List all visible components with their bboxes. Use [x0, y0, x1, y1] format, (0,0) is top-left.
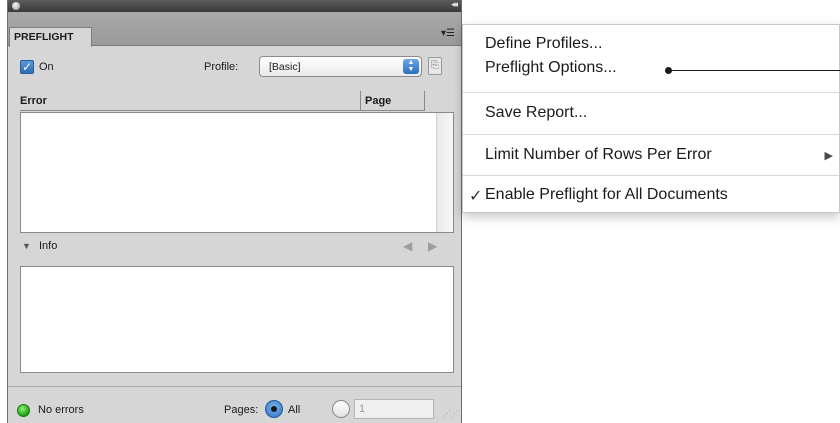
menu-separator [463, 92, 839, 93]
pages-all-radio[interactable] [265, 400, 283, 418]
tab-preflight[interactable]: PREFLIGHT [9, 27, 92, 47]
status-text: No errors [38, 404, 84, 416]
select-arrows-icon: ▲ ▼ [403, 59, 419, 74]
menu-item-preflight-options[interactable]: Preflight Options... [463, 59, 839, 77]
info-box [20, 266, 454, 373]
error-table-header: Error Page [20, 91, 425, 111]
error-list-scrollbar[interactable] [436, 113, 453, 232]
resize-grip-icon[interactable]: ⋰⋰ [443, 409, 458, 418]
profile-document-icon[interactable]: ⎘ [428, 57, 442, 75]
menu-item-define-profiles[interactable]: Define Profiles... [463, 35, 839, 53]
callout-line [670, 70, 840, 71]
panel-tab-row: PREFLIGHT ▾☰ [8, 12, 461, 47]
pages-range-radio[interactable] [332, 400, 350, 418]
menu-separator [463, 175, 839, 176]
column-divider[interactable] [424, 91, 425, 111]
menu-separator [463, 134, 839, 135]
column-header-page[interactable]: Page [365, 95, 391, 107]
column-divider[interactable] [360, 91, 361, 111]
panel-menu-icon[interactable]: ▾☰ [441, 28, 455, 39]
status-bar: No errors Pages: All 1 ⋰⋰ [8, 386, 461, 423]
menu-item-label: Enable Preflight for All Documents [485, 186, 728, 203]
panel-titlebar: ◂◂ [8, 0, 461, 12]
preflight-panel: ◂◂ PREFLIGHT ▾☰ ✓ On Profile: [Basic] ▲ ▼… [7, 0, 462, 423]
on-label: On [39, 61, 54, 73]
menu-item-label: Save Report... [485, 104, 588, 121]
previous-arrow-icon[interactable]: ◀ [403, 239, 412, 253]
panel-flyout-menu: Define Profiles... Preflight Options... … [462, 24, 840, 213]
menu-item-label: Limit Number of Rows Per Error [485, 146, 712, 163]
pages-label: Pages: [224, 404, 259, 416]
next-arrow-icon[interactable]: ▶ [428, 239, 437, 253]
pages-range-input[interactable]: 1 [354, 399, 434, 419]
error-list[interactable] [20, 112, 454, 233]
pages-all-label: All [288, 404, 301, 416]
profile-label: Profile: [204, 61, 239, 73]
menu-item-limit-rows[interactable]: Limit Number of Rows Per Error ▶ [463, 146, 839, 164]
disclosure-triangle-icon[interactable]: ▼ [22, 241, 31, 251]
status-dot-icon [17, 404, 30, 417]
menu-item-enable-preflight-all[interactable]: ✓ Enable Preflight for All Documents [463, 186, 839, 205]
submenu-arrow-icon: ▶ [824, 150, 833, 162]
checkmark-icon: ✓ [469, 188, 483, 205]
close-dot-icon[interactable] [12, 2, 20, 10]
on-checkbox[interactable]: ✓ [20, 60, 34, 74]
profile-select[interactable]: [Basic] ▲ ▼ [259, 56, 422, 77]
column-header-error[interactable]: Error [20, 95, 47, 107]
profile-select-value: [Basic] [269, 61, 301, 73]
checkbox-check-icon: ✓ [21, 60, 33, 74]
info-label: Info [39, 240, 58, 252]
menu-item-save-report[interactable]: Save Report... [463, 104, 839, 122]
collapse-icon[interactable]: ◂◂ [451, 0, 458, 10]
menu-item-label: Preflight Options... [485, 59, 617, 76]
menu-item-label: Define Profiles... [485, 35, 603, 52]
